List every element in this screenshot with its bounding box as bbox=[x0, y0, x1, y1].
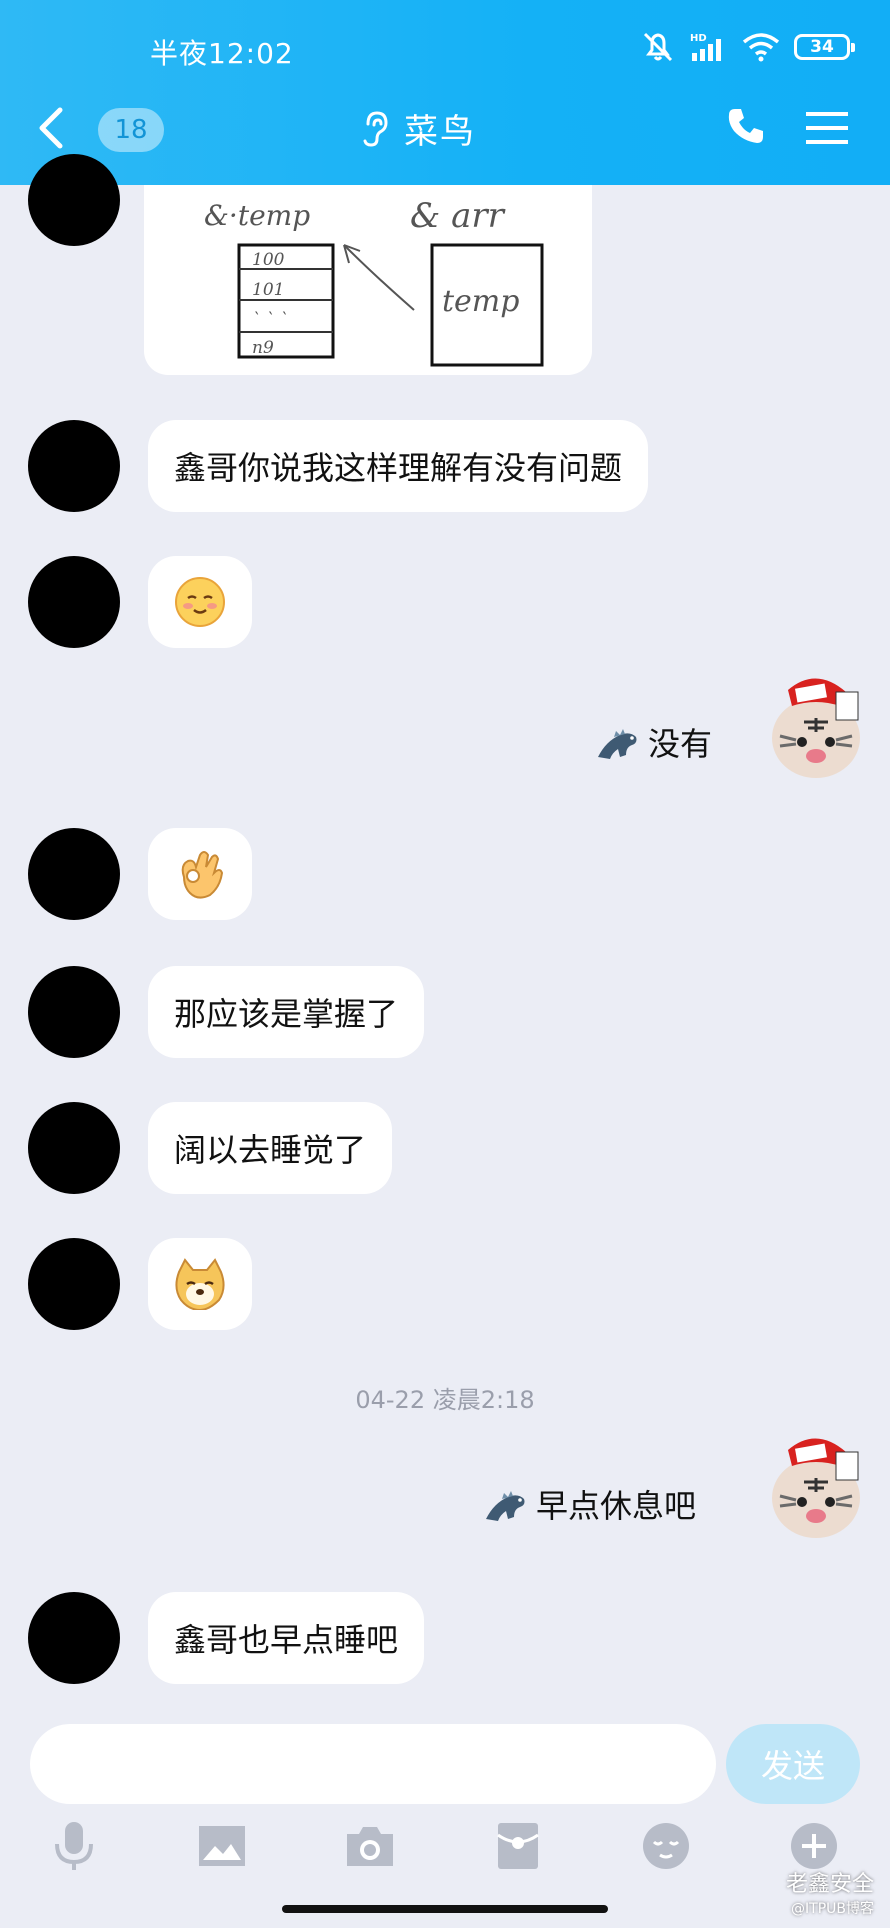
message-text: 鑫哥你说我这样理解有没有问题 bbox=[174, 449, 623, 487]
contact-avatar[interactable] bbox=[28, 1238, 120, 1330]
image-icon bbox=[199, 1826, 245, 1866]
emoji-bubble-left[interactable] bbox=[148, 828, 252, 920]
phone-call-icon[interactable] bbox=[726, 106, 766, 146]
status-icons: HD 34 bbox=[640, 30, 855, 64]
ear-icon bbox=[363, 110, 388, 147]
camera-icon bbox=[347, 1827, 393, 1866]
contact-avatar[interactable] bbox=[28, 556, 120, 648]
image-button[interactable] bbox=[194, 1818, 250, 1874]
menu-icon[interactable] bbox=[806, 110, 848, 146]
shy-smile-emoji-icon bbox=[175, 577, 225, 627]
back-arrow-icon[interactable] bbox=[36, 106, 66, 150]
dog-face-emoji-icon bbox=[175, 1258, 225, 1310]
message-input[interactable] bbox=[30, 1724, 716, 1804]
chat-title: 菜鸟 bbox=[404, 112, 476, 152]
diagram-box-text: temp bbox=[442, 284, 519, 319]
ok-hand-emoji-icon bbox=[181, 851, 224, 899]
wifi-icon bbox=[742, 33, 780, 62]
message-text: 鑫哥也早点睡吧 bbox=[174, 1621, 399, 1659]
status-time: 半夜12:02 bbox=[150, 37, 294, 70]
message-right[interactable]: 没有 bbox=[596, 712, 712, 772]
microphone-button[interactable] bbox=[46, 1818, 102, 1874]
send-button[interactable]: 发送 bbox=[726, 1724, 860, 1804]
contact-avatar[interactable] bbox=[28, 1102, 120, 1194]
message-bubble-left[interactable]: 阔以去睡觉了 bbox=[148, 1102, 393, 1194]
message-text: 没有 bbox=[648, 725, 713, 763]
microphone-icon bbox=[55, 1822, 93, 1870]
diagram-row-2: ` ` ` bbox=[252, 310, 288, 330]
emoji-bubble-left[interactable] bbox=[148, 1238, 252, 1330]
message-timestamp: 04-22 凌晨2:18 bbox=[355, 1386, 535, 1414]
battery-indicator: 34 bbox=[794, 34, 855, 60]
emoji-bubble-left[interactable] bbox=[148, 556, 252, 648]
signal-icon: HD bbox=[690, 33, 721, 61]
watermark: 老鑫安全 @ITPUB博客 bbox=[786, 1866, 874, 1918]
message-text: 阔以去睡觉了 bbox=[174, 1131, 367, 1169]
contact-avatar[interactable] bbox=[28, 154, 120, 246]
contact-avatar[interactable] bbox=[28, 420, 120, 512]
emoji-button[interactable] bbox=[638, 1818, 694, 1874]
diagram-row-0: 100 bbox=[252, 250, 285, 270]
input-toolbar bbox=[0, 1818, 890, 1878]
message-text: 那应该是掌握了 bbox=[174, 995, 399, 1033]
image-message[interactable]: &·temp & arr 100 101 ` ` ` n9 temp bbox=[144, 185, 592, 375]
mute-bell-icon bbox=[643, 32, 673, 62]
diagram-label-temp: &·temp bbox=[204, 199, 310, 232]
tiger-avatar-icon[interactable] bbox=[766, 1430, 866, 1542]
network-label: HD bbox=[690, 33, 707, 44]
tiger-avatar-icon[interactable] bbox=[766, 670, 866, 782]
home-indicator[interactable] bbox=[282, 1905, 608, 1913]
dinosaur-sticker-icon bbox=[598, 729, 637, 759]
message-bubble-left[interactable]: 鑫哥也早点睡吧 bbox=[148, 1592, 425, 1684]
emoji-icon bbox=[643, 1823, 689, 1869]
red-packet-button[interactable] bbox=[490, 1818, 546, 1874]
message-right[interactable]: 早点休息吧 bbox=[484, 1474, 696, 1534]
watermark-title: 老鑫安全 bbox=[785, 1872, 874, 1897]
diagram-label-arr: & arr bbox=[410, 196, 506, 236]
diagram-row-3: n9 bbox=[252, 338, 274, 358]
plus-icon bbox=[791, 1823, 837, 1869]
contact-avatar[interactable] bbox=[28, 966, 120, 1058]
red-packet-icon bbox=[497, 1823, 539, 1869]
message-text: 早点休息吧 bbox=[536, 1487, 697, 1525]
chat-title-group[interactable]: 菜鸟 bbox=[360, 104, 476, 153]
dinosaur-sticker-icon bbox=[486, 1491, 525, 1521]
diagram-row-1: 101 bbox=[252, 280, 284, 300]
camera-button[interactable] bbox=[342, 1818, 398, 1874]
message-bubble-left[interactable]: 那应该是掌握了 bbox=[148, 966, 425, 1058]
contact-avatar[interactable] bbox=[28, 1592, 120, 1684]
handwritten-diagram: &·temp & arr 100 101 ` ` ` n9 temp bbox=[204, 196, 544, 367]
contact-avatar[interactable] bbox=[28, 828, 120, 920]
watermark-subtitle: @ITPUB博客 bbox=[791, 1901, 874, 1917]
unread-count-badge[interactable]: 18 bbox=[98, 108, 164, 152]
chat-header: 半夜12:02 HD 34 18 菜鸟 bbox=[0, 0, 890, 185]
message-bubble-left[interactable]: 鑫哥你说我这样理解有没有问题 bbox=[148, 420, 649, 512]
